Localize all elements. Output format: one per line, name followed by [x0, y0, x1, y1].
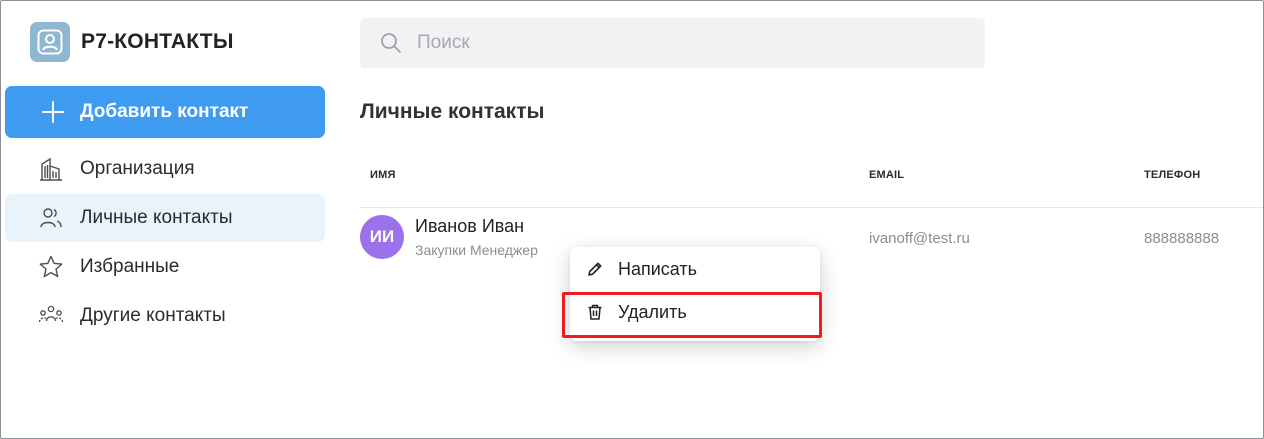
column-header-phone[interactable]: ТЕЛЕФОН — [1144, 169, 1200, 181]
page-title: Личные контакты — [360, 100, 545, 123]
column-header-name[interactable]: ИМЯ — [370, 169, 396, 181]
avatar[interactable]: ИИ — [360, 215, 404, 259]
contact-email[interactable]: ivanoff@test.ru — [869, 230, 970, 247]
column-header-email[interactable]: EMAIL — [869, 169, 904, 181]
pencil-icon — [586, 260, 604, 278]
add-contact-button[interactable]: Добавить контакт — [5, 86, 325, 138]
sidebar-item-organization[interactable]: Организация — [5, 145, 325, 193]
app-window: Р7-КОНТАКТЫ Добавить контакт Организация — [0, 0, 1264, 439]
menu-item-label: Удалить — [618, 301, 687, 322]
sidebar-item-favorites[interactable]: Избранные — [5, 243, 325, 291]
sidebar: Р7-КОНТАКТЫ Добавить контакт Организация — [1, 1, 331, 438]
context-menu: Написать Удалить — [570, 247, 820, 341]
sidebar-item-label: Организация — [80, 158, 195, 179]
trash-icon — [586, 303, 604, 321]
search-input[interactable] — [417, 32, 937, 54]
add-contact-label: Добавить контакт — [80, 101, 249, 122]
plus-icon — [42, 101, 64, 123]
menu-item-delete[interactable]: Удалить — [570, 290, 820, 334]
sidebar-item-other-contacts[interactable]: Другие контакты — [5, 292, 325, 340]
sidebar-item-label: Другие контакты — [80, 305, 226, 326]
star-icon — [37, 253, 65, 281]
people-group-icon — [37, 302, 65, 330]
user-card-icon — [30, 22, 70, 62]
divider — [360, 207, 1263, 208]
app-title: Р7-КОНТАКТЫ — [81, 30, 234, 53]
sidebar-item-personal-contacts[interactable]: Личные контакты — [5, 194, 325, 242]
brand[interactable]: Р7-КОНТАКТЫ — [30, 22, 234, 62]
menu-item-label: Написать — [618, 258, 698, 279]
building-icon — [37, 155, 65, 183]
contact-phone[interactable]: 888888888 — [1144, 230, 1219, 247]
contact-subtitle: Закупки Менеджер — [415, 242, 538, 258]
sidebar-item-label: Личные контакты — [80, 207, 233, 228]
contact-name[interactable]: Иванов Иван — [415, 216, 524, 237]
menu-item-write[interactable]: Написать — [570, 247, 820, 291]
users-icon — [37, 204, 65, 232]
search-bar[interactable] — [360, 18, 985, 68]
sidebar-item-label: Избранные — [80, 256, 180, 277]
search-icon — [379, 31, 403, 55]
